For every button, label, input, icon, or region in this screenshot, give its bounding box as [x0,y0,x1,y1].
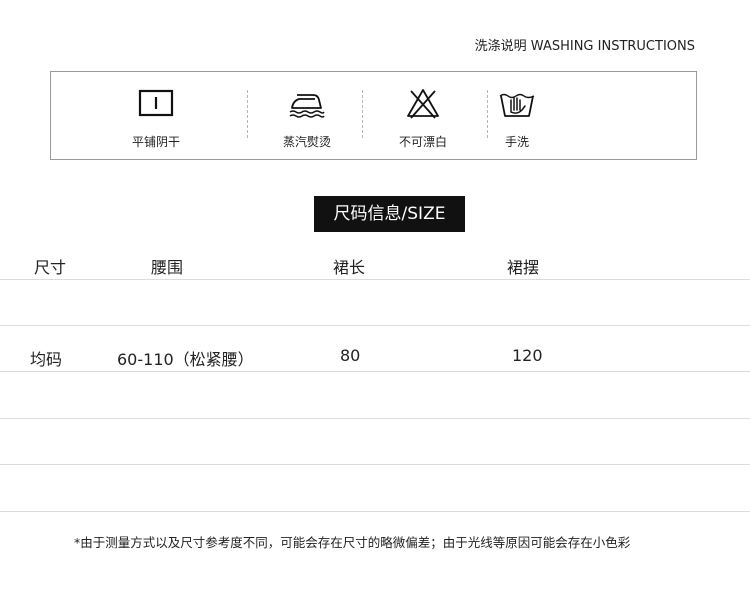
care-item-steam-iron: 蒸汽熨烫 [257,72,357,159]
table-divider [0,511,750,512]
measurement-note: *由于测量方式以及尺寸参考度不同，可能会存在尺寸的略微偏差；由于光线等原因可能会… [74,535,631,550]
column-header-length: 裙长 [333,258,366,277]
table-divider [0,325,750,326]
flat-dry-icon [138,89,174,117]
cell-hem: 120 [512,346,543,365]
size-section-header: 尺码信息/SIZE [314,196,465,232]
table-divider [0,371,750,372]
washing-title: 洗涤说明 WASHING INSTRUCTIONS [474,39,695,54]
no-bleach-icon [407,89,439,119]
steam-iron-icon [289,94,325,118]
table-divider [0,418,750,419]
care-item-hand-wash: 手洗 [467,72,567,159]
care-label-hand-wash: 手洗 [504,135,529,149]
washing-instructions-box: 平铺阴干 蒸汽熨烫 不可漂白 手洗 [50,71,697,160]
column-header-size: 尺寸 [34,258,67,277]
hand-wash-icon [499,93,535,117]
care-label-flat-dry: 平铺阴干 [131,135,180,149]
column-header-waist: 腰围 [151,258,184,277]
table-divider [0,464,750,465]
care-item-flat-dry: 平铺阴干 [106,72,206,159]
table-divider [0,279,750,280]
care-label-no-bleach: 不可漂白 [398,135,447,149]
separator [247,90,248,138]
care-label-steam-iron: 蒸汽熨烫 [282,135,331,149]
cell-waist: 60-110（松紧腰） [117,350,254,369]
column-header-hem: 裙摆 [507,258,540,277]
cell-length: 80 [340,346,361,365]
care-item-no-bleach: 不可漂白 [373,72,473,159]
separator [362,90,363,138]
cell-size: 均码 [30,350,63,369]
